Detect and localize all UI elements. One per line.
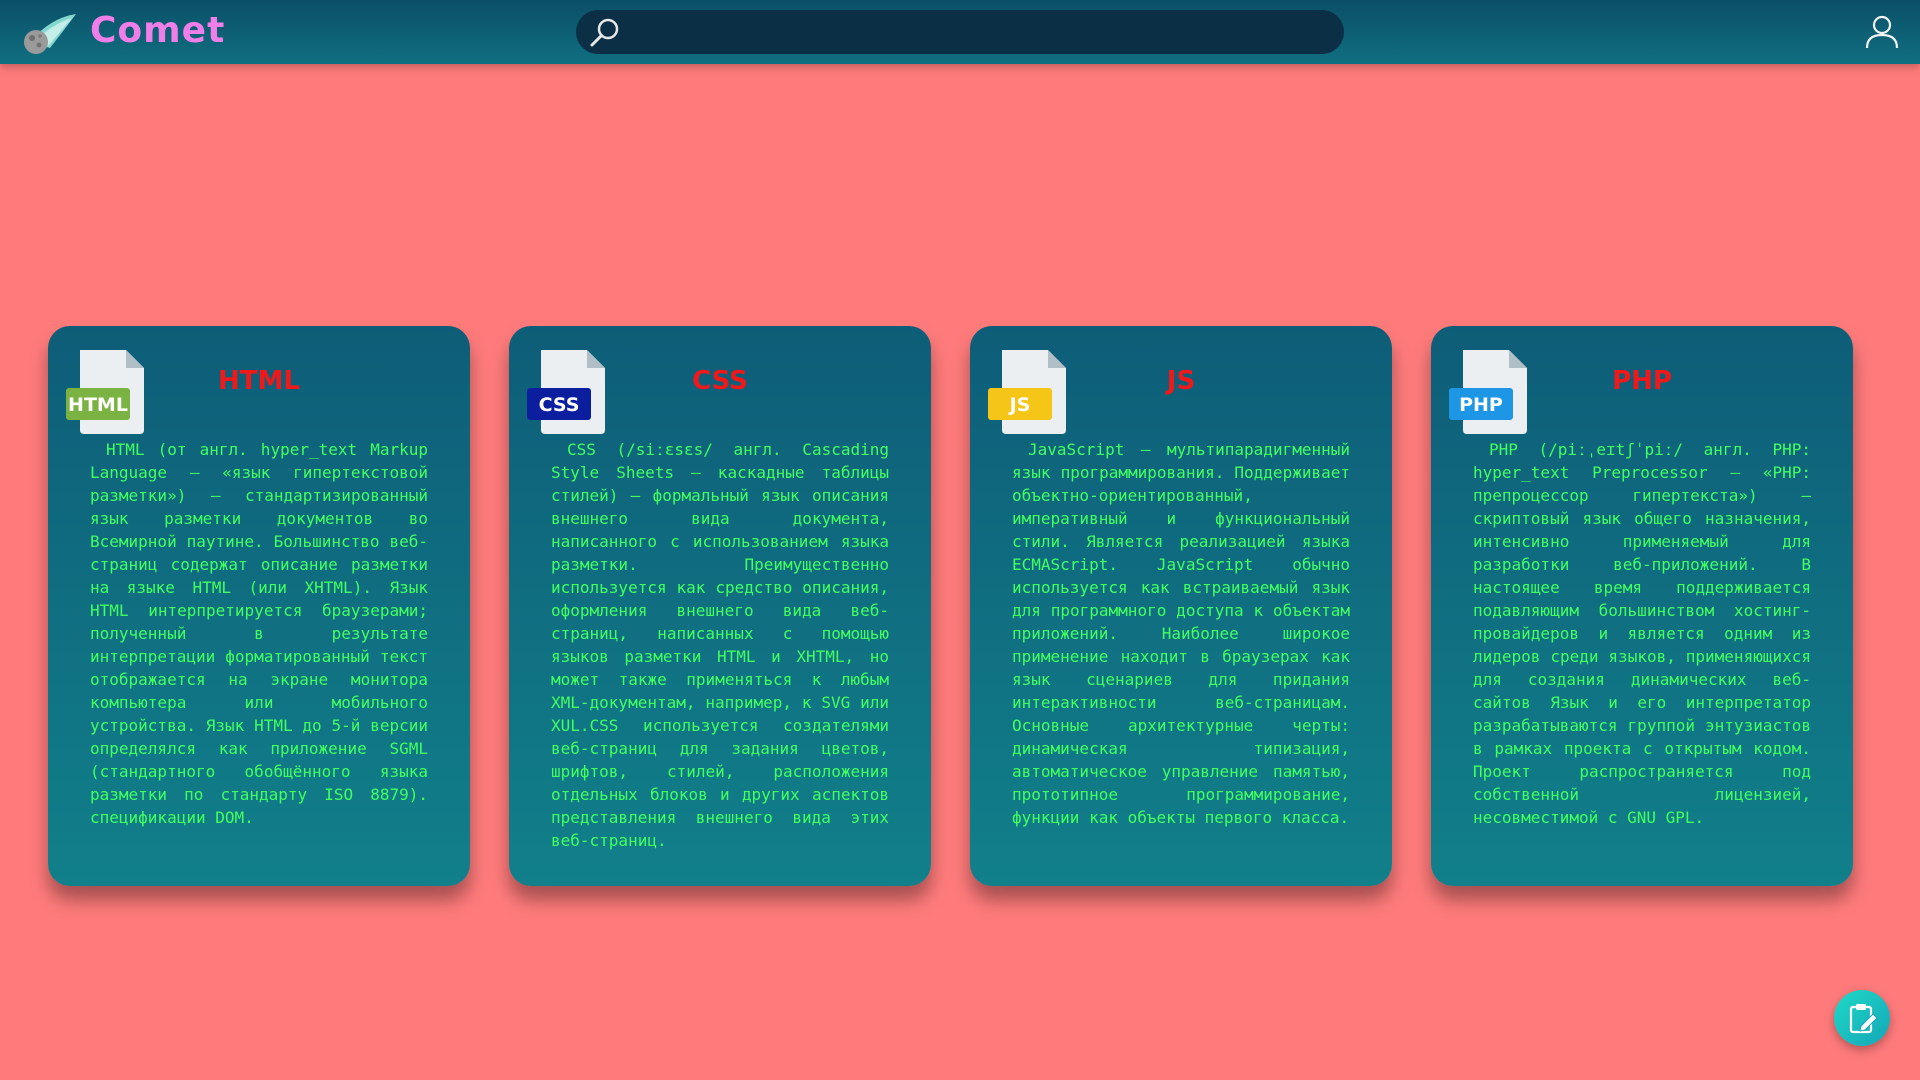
user-icon[interactable] (1864, 14, 1900, 50)
search-bar[interactable] (576, 10, 1344, 54)
card-description: JavaScript — мультипарадигменный язык пр… (1012, 440, 1350, 827)
clipboard-edit-button[interactable] (1834, 990, 1890, 1046)
search-icon[interactable] (588, 16, 622, 50)
card-title: PHP (1612, 366, 1672, 396)
html-badge-label: HTML (68, 394, 128, 416)
js-badge-label: JS (1008, 394, 1031, 416)
card-description: CSS (/siːɛsɛs/ англ. Cascading Style She… (551, 440, 889, 850)
card-title: JS (1166, 366, 1196, 396)
card-php: PHP PHP PHP (/piːˌeɪtʃˈpiː/ англ. PHP: h… (1431, 326, 1853, 886)
card-description: HTML (от англ. hyper_text Markup Languag… (90, 440, 428, 827)
php-badge-label: PHP (1459, 394, 1503, 416)
css-badge-label: CSS (539, 394, 580, 416)
search-input[interactable] (632, 16, 1326, 50)
top-bar: Comet (0, 0, 1920, 64)
comet-logo-icon[interactable] (20, 12, 78, 56)
card-js: JS JS JavaScript — мультипарадигменный я… (970, 326, 1392, 886)
card-title: CSS (692, 366, 748, 396)
card-html: HTML HTML HTML (от англ. hyper_text Mark… (48, 326, 470, 886)
card-description: PHP (/piːˌeɪtʃˈpiː/ англ. PHP: hyper_tex… (1473, 440, 1811, 827)
brand-name[interactable]: Comet (90, 10, 225, 51)
card-title: HTML (218, 366, 300, 396)
clipboard-edit-icon (1849, 1004, 1878, 1034)
card-css: CSS CSS CSS (/siːɛsɛs/ англ. Cascading S… (509, 326, 931, 886)
